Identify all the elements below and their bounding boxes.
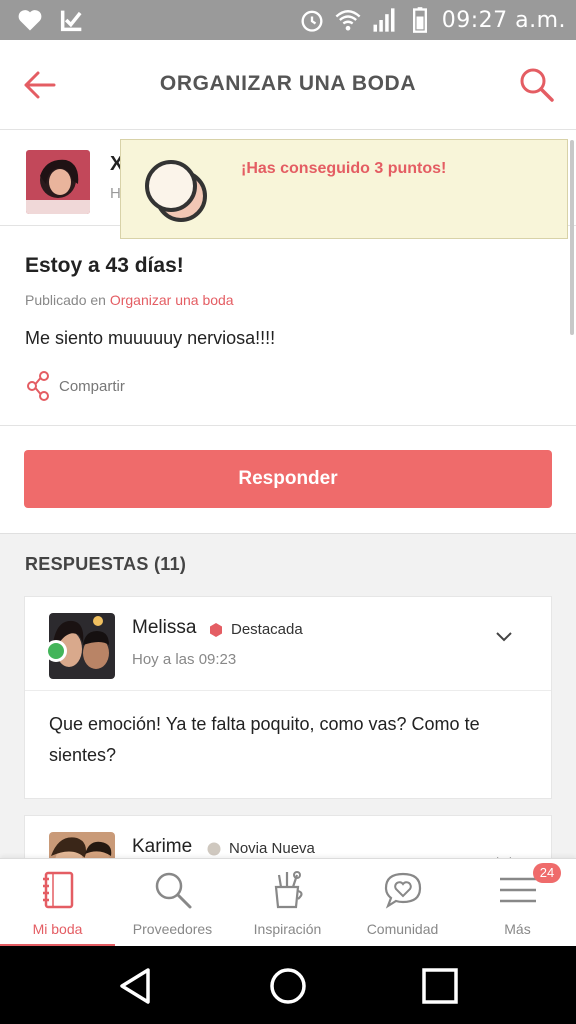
response-text: Que emoción! Ya te falta poquito, como v… [49, 714, 480, 765]
check-icon [60, 10, 82, 32]
divider [0, 425, 576, 426]
page-title: ORGANIZAR UNA BODA [159, 72, 417, 95]
nav-mas[interactable]: Más 24 [460, 859, 575, 947]
share-icon [27, 371, 49, 401]
response-author[interactable]: Melissa [132, 617, 196, 639]
signal-icon [373, 8, 395, 32]
badge-label: Novia Nueva [229, 840, 315, 857]
system-navigation-bar [0, 946, 576, 1024]
chevron-down-icon[interactable] [495, 631, 513, 643]
share-label: Compartir [59, 377, 125, 395]
nav-mi-boda[interactable]: Mi boda [0, 859, 115, 947]
nav-inspiracion[interactable]: Inspiración [230, 859, 345, 947]
battery-icon [412, 7, 427, 33]
wifi-icon [335, 10, 361, 31]
search-icon[interactable] [516, 64, 558, 106]
badge-label: Destacada [231, 621, 303, 638]
back-icon[interactable] [116, 966, 156, 1006]
toast-message: ¡Has conseguido 3 puntos! [241, 160, 447, 177]
post-meta: Publicado en Organizar una boda [25, 292, 234, 308]
share-button[interactable]: Compartir [25, 370, 125, 402]
recents-icon[interactable] [420, 966, 460, 1006]
points-toast: ¡Has conseguido 3 puntos! [120, 139, 568, 239]
bottom-navigation: Mi boda Proveedores Inspiración Comunida… [0, 858, 576, 947]
author-avatar[interactable] [26, 150, 90, 214]
status-badge: Destacada [209, 621, 303, 638]
clock: 09:27 a.m. [441, 7, 566, 33]
scroll-indicator [570, 140, 574, 335]
reply-button[interactable]: Responder [24, 450, 552, 508]
nav-label: Proveedores [132, 921, 213, 937]
notification-badge: 24 [533, 863, 561, 883]
home-icon[interactable] [268, 966, 308, 1006]
post-body: Me siento muuuuuy nerviosa!!!! [25, 328, 276, 348]
nav-label: Inspiración [253, 921, 322, 937]
alarm-icon [301, 10, 323, 32]
status-badge: Novia Nueva [207, 840, 315, 857]
tools-cup-icon [274, 871, 303, 909]
nav-label: Comunidad [366, 921, 439, 937]
response-time: Hoy a las 09:23 [132, 651, 237, 668]
heart-icon [18, 10, 42, 31]
response-card: Melissa Destacada Hoy a las 09:23 Que em… [24, 596, 552, 799]
post-title: Estoy a 43 días! [25, 254, 184, 277]
hexagon-icon [210, 622, 222, 637]
nav-comunidad[interactable]: Comunidad [345, 859, 460, 947]
nav-label: Más [504, 921, 531, 937]
response-author[interactable]: Karime [132, 836, 192, 858]
status-bar: 09:27 a.m. [0, 0, 576, 40]
forum-link[interactable]: Organizar una boda [110, 292, 234, 308]
post-meta-prefix: Publicado en [25, 292, 110, 308]
chat-heart-icon [384, 872, 422, 909]
divider [25, 690, 551, 691]
nav-label: Mi boda [32, 921, 83, 937]
nav-proveedores[interactable]: Proveedores [115, 859, 230, 947]
coins-icon [145, 160, 207, 222]
responses-title: RESPUESTAS (11) [25, 554, 187, 574]
notebook-icon [43, 871, 74, 909]
online-indicator [45, 640, 67, 662]
search-icon [155, 872, 192, 909]
circle-icon [207, 842, 221, 855]
app-bar: ORGANIZAR UNA BODA [0, 40, 576, 130]
